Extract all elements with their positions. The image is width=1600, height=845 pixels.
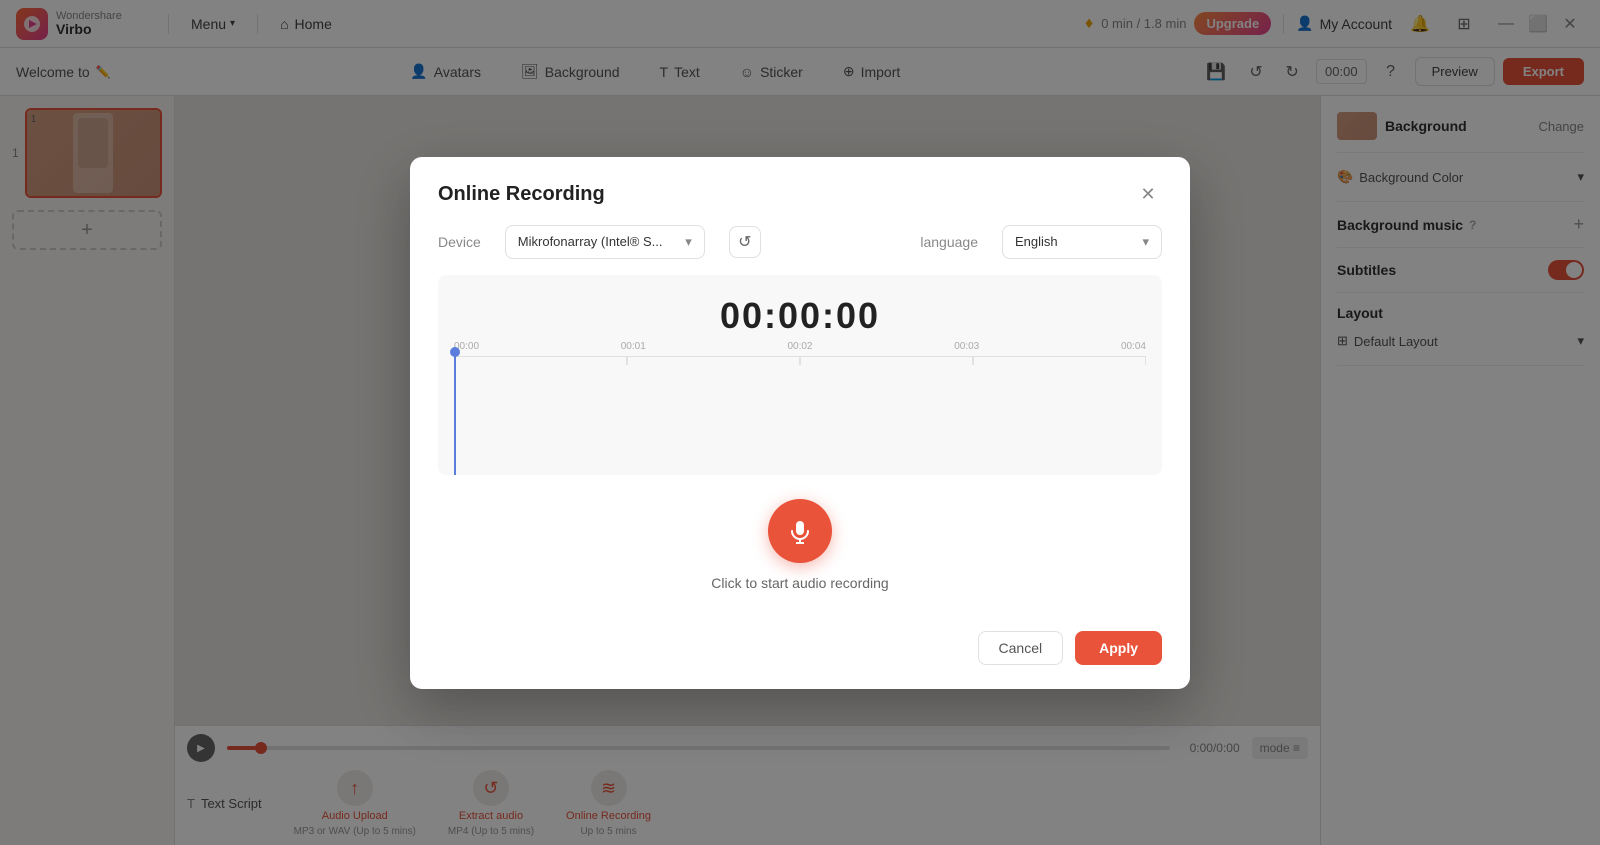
tick-00-03: 00:03 xyxy=(954,341,979,352)
microphone-icon xyxy=(786,517,814,545)
tick-00-02: 00:02 xyxy=(787,341,812,352)
language-label: language xyxy=(920,234,978,250)
device-selector[interactable]: Mikrofonarray (Intel® S... ▾ xyxy=(505,225,705,259)
language-value: English xyxy=(1015,234,1058,249)
record-button[interactable] xyxy=(768,499,832,563)
device-label: Device xyxy=(438,234,481,250)
playhead-handle xyxy=(450,347,460,357)
waveform-area: 00:00:00 00:00 00:01 00:02 00:03 00:04 xyxy=(438,275,1162,475)
record-section: Click to start audio recording xyxy=(410,475,1190,615)
device-language-row: Device Mikrofonarray (Intel® S... ▾ ↺ la… xyxy=(438,225,1162,259)
record-hint: Click to start audio recording xyxy=(711,575,888,591)
modal-overlay[interactable]: Online Recording ✕ Device Mikrofonarray … xyxy=(0,0,1600,845)
device-chevron-icon: ▾ xyxy=(685,234,692,250)
playhead xyxy=(454,347,456,475)
modal-close-button[interactable]: ✕ xyxy=(1134,181,1162,209)
tick-00-04: 00:04 xyxy=(1121,341,1146,352)
tick-marks: // tick marks rendered inline xyxy=(454,356,1146,372)
modal-body: Device Mikrofonarray (Intel® S... ▾ ↺ la… xyxy=(410,225,1190,475)
lang-chevron-icon: ▾ xyxy=(1142,234,1149,250)
modal-footer: Cancel Apply xyxy=(410,615,1190,689)
cancel-button[interactable]: Cancel xyxy=(978,631,1064,665)
timer-display: 00:00:00 xyxy=(438,275,1162,337)
online-recording-modal: Online Recording ✕ Device Mikrofonarray … xyxy=(410,157,1190,689)
apply-button[interactable]: Apply xyxy=(1075,631,1162,665)
modal-title: Online Recording xyxy=(438,183,605,206)
tick-00-01: 00:01 xyxy=(621,341,646,352)
timeline-ruler: 00:00 00:01 00:02 00:03 00:04 xyxy=(438,337,1162,356)
modal-header: Online Recording ✕ xyxy=(410,157,1190,225)
device-value: Mikrofonarray (Intel® S... xyxy=(518,234,663,249)
refresh-device-button[interactable]: ↺ xyxy=(729,226,761,258)
language-selector[interactable]: English ▾ xyxy=(1002,225,1162,259)
